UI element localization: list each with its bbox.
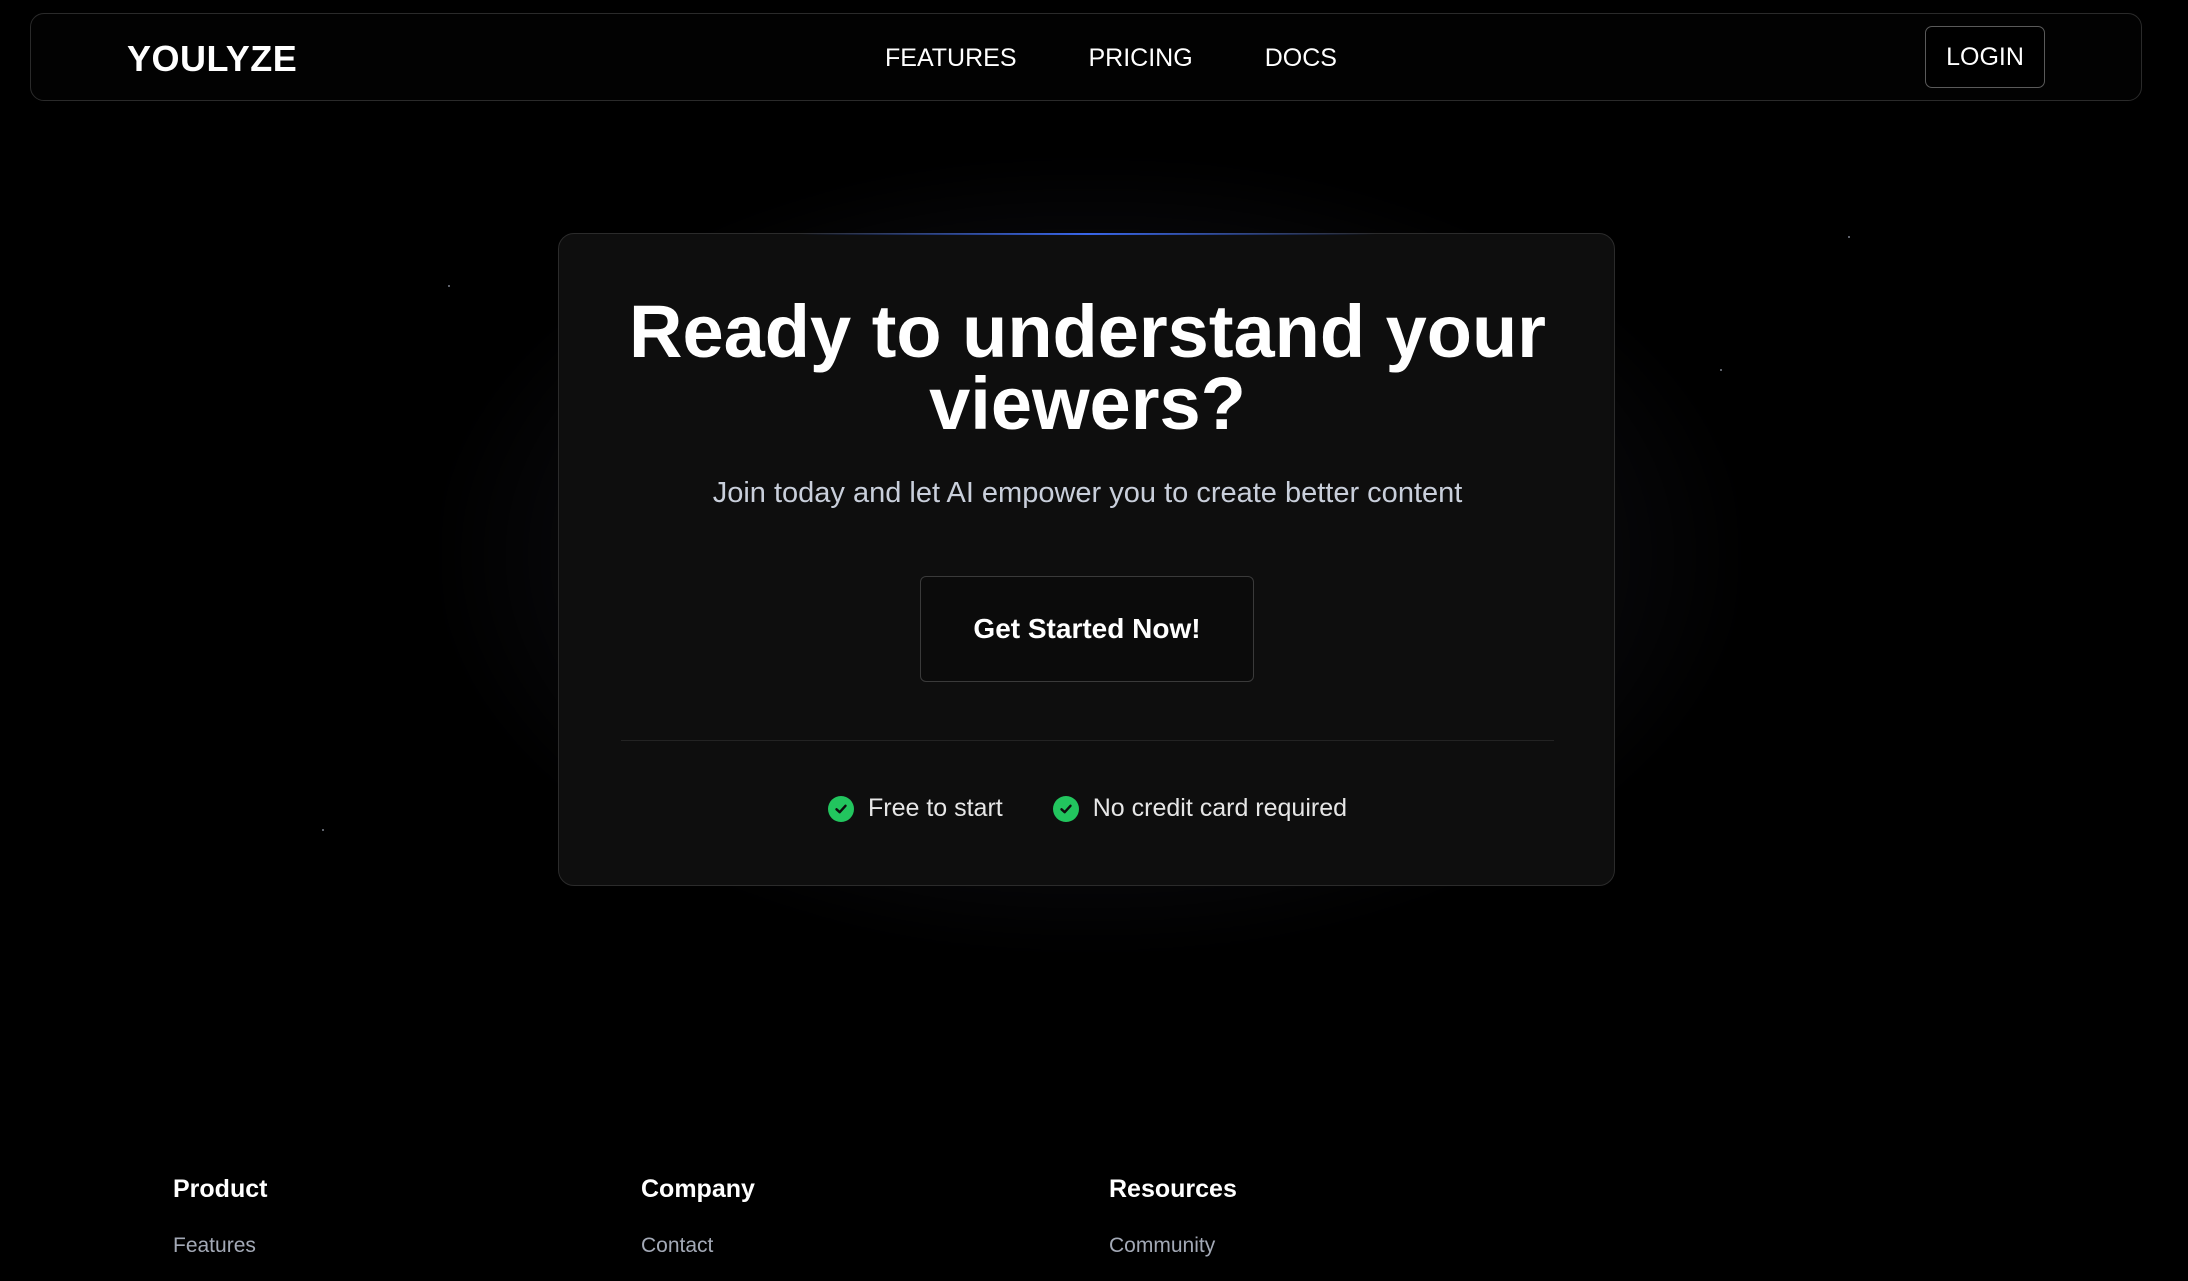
footer-link-features[interactable]: Features xyxy=(173,1234,267,1258)
footer: Product Features Company Contact Resourc… xyxy=(0,1175,2188,1281)
perk-label: No credit card required xyxy=(1092,794,1348,822)
nav-link-features[interactable]: FEATURES xyxy=(885,44,1017,73)
nav-link-pricing[interactable]: PRICING xyxy=(1089,44,1193,73)
perks-list: Free to start No credit card required xyxy=(559,794,1616,823)
footer-column-product: Product Features xyxy=(173,1175,267,1258)
footer-link-community[interactable]: Community xyxy=(1109,1234,1237,1258)
nav-links: FEATURES PRICING DOCS xyxy=(885,44,1337,73)
star-dot xyxy=(322,829,324,831)
footer-heading: Resources xyxy=(1109,1175,1237,1203)
nav-link-docs[interactable]: DOCS xyxy=(1265,44,1337,73)
footer-link-contact[interactable]: Contact xyxy=(641,1234,755,1258)
perk-item: No credit card required xyxy=(1052,794,1348,823)
login-button[interactable]: LOGIN xyxy=(1925,26,2045,88)
top-navbar: YOULYZE FEATURES PRICING DOCS LOGIN xyxy=(30,13,2142,101)
page: YOULYZE FEATURES PRICING DOCS LOGIN Read… xyxy=(0,0,2188,1281)
footer-heading: Product xyxy=(173,1175,268,1203)
footer-column-company: Company Contact xyxy=(641,1175,755,1258)
footer-column-resources: Resources Community xyxy=(1109,1175,1237,1258)
star-dot xyxy=(1848,236,1850,238)
perk-item: Free to start xyxy=(827,794,1003,823)
check-circle-icon xyxy=(1052,795,1079,822)
perk-label: Free to start xyxy=(867,794,1003,822)
check-circle-icon xyxy=(827,795,854,822)
card-divider xyxy=(621,740,1554,741)
footer-heading: Company xyxy=(641,1175,755,1203)
card-accent-line xyxy=(799,233,1376,235)
cta-card: Ready to understand your viewers? Join t… xyxy=(558,233,1615,886)
cta-headline: Ready to understand your viewers? xyxy=(629,290,1546,445)
cta-subline: Join today and let AI empower you to cre… xyxy=(712,477,1463,509)
get-started-button[interactable]: Get Started Now! xyxy=(920,576,1254,682)
brand-logo[interactable]: YOULYZE xyxy=(127,38,297,80)
